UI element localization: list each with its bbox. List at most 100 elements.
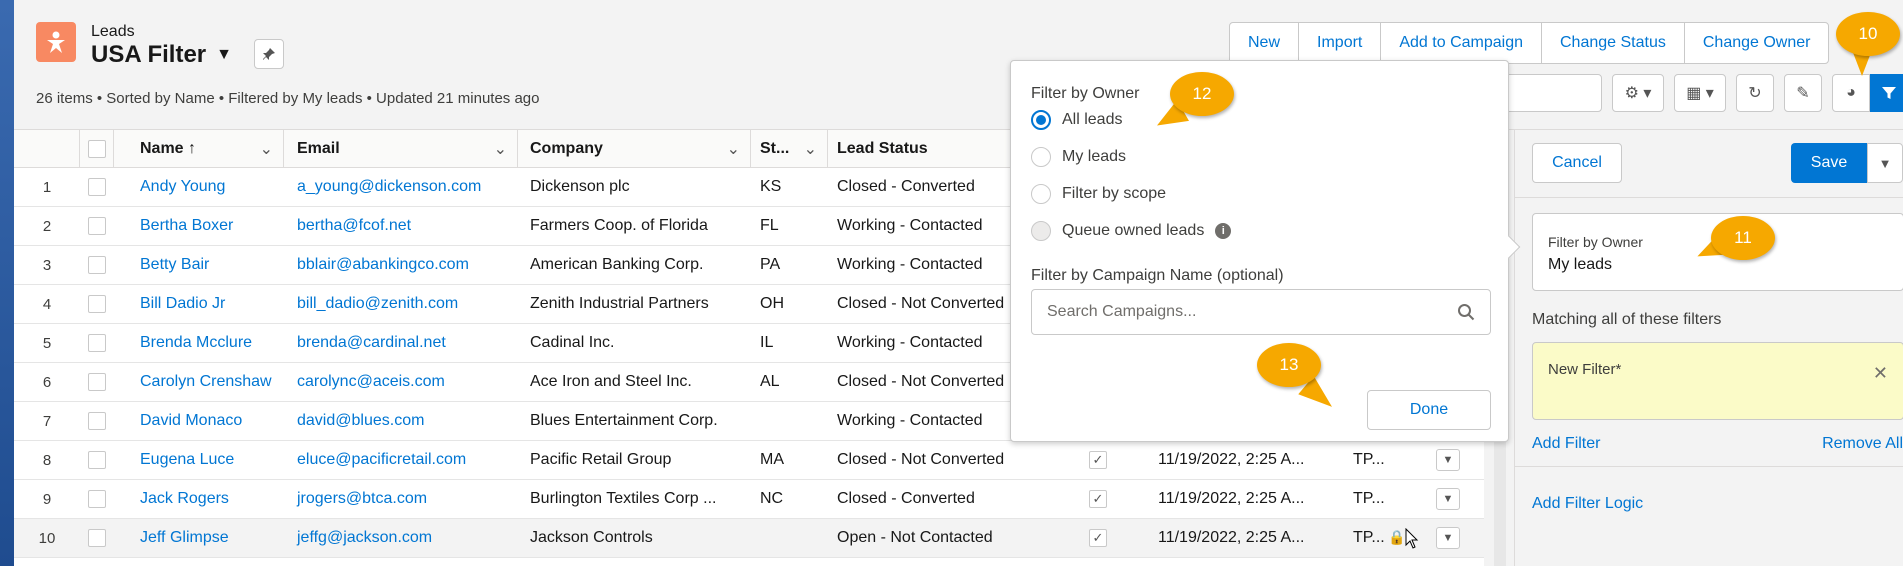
- lead-email-link[interactable]: bill_dadio@zenith.com: [284, 285, 518, 323]
- owner-filter-label: Filter by Owner: [1548, 234, 1643, 250]
- lead-name-link[interactable]: Betty Bair: [114, 246, 284, 284]
- row-checkbox[interactable]: [80, 441, 114, 479]
- lead-email-link[interactable]: jeffg@jackson.com: [284, 519, 518, 557]
- campaign-search-field[interactable]: [1031, 289, 1491, 335]
- info-icon[interactable]: i: [1215, 223, 1232, 239]
- list-toolbar: ⚙ ▾ ▦ ▾ ↻ ✎ ◕: [1504, 74, 1903, 112]
- row-checkbox[interactable]: [80, 480, 114, 518]
- radio-queue-owned-leads[interactable]: Queue owned leads i: [1031, 221, 1232, 241]
- chevron-down-icon[interactable]: ⌄: [494, 139, 507, 159]
- row-actions-button[interactable]: ▼: [1423, 519, 1473, 557]
- row-checkbox[interactable]: [80, 324, 114, 362]
- column-header-state[interactable]: St... ⌄: [751, 130, 828, 168]
- lead-name-link[interactable]: Andy Young: [114, 168, 284, 206]
- sort-ascending-icon: ↑: [188, 140, 197, 157]
- pie-chart-icon: ◕: [1846, 84, 1856, 101]
- row-actions-button[interactable]: ▼: [1423, 441, 1473, 479]
- row-checkbox[interactable]: [80, 246, 114, 284]
- lead-state: [751, 519, 828, 557]
- radio-button[interactable]: [1031, 184, 1051, 204]
- unread-checkbox: ✓: [1048, 441, 1148, 479]
- campaign-search-input[interactable]: [1032, 290, 1490, 334]
- table-row[interactable]: 10 Jeff Glimpse jeffg@jackson.com Jackson C…: [14, 519, 1484, 558]
- lead-email-link[interactable]: eluce@pacificretail.com: [284, 441, 518, 479]
- save-button[interactable]: Save: [1791, 143, 1867, 183]
- display-as-button[interactable]: ▦ ▾: [1674, 74, 1726, 112]
- select-all-checkbox[interactable]: [80, 130, 114, 168]
- lead-email-link[interactable]: brenda@cardinal.net: [284, 324, 518, 362]
- lead-email-link[interactable]: bblair@abankingco.com: [284, 246, 518, 284]
- search-list-input[interactable]: [1504, 74, 1602, 112]
- radio-button-selected[interactable]: [1031, 110, 1051, 130]
- pin-list-view-button[interactable]: [254, 39, 284, 69]
- edit-list-button[interactable]: ✎: [1784, 74, 1822, 112]
- row-number: 7: [42, 412, 52, 430]
- row-number-header: [14, 130, 80, 168]
- lead-email-link[interactable]: bertha@fcof.net: [284, 207, 518, 245]
- filters-button[interactable]: [1870, 74, 1903, 112]
- save-options-button[interactable]: ▼: [1867, 143, 1903, 183]
- new-filter-card[interactable]: New Filter* ✕: [1532, 342, 1903, 420]
- column-header-company[interactable]: Company ⌄: [518, 130, 751, 168]
- lead-state: KS: [760, 178, 782, 195]
- add-to-campaign-button[interactable]: Add to Campaign: [1381, 23, 1542, 63]
- import-button[interactable]: Import: [1299, 23, 1382, 63]
- radio-all-leads[interactable]: All leads: [1031, 110, 1122, 130]
- chevron-down-icon[interactable]: ⌄: [804, 139, 817, 159]
- lead-owner-alias: TP...: [1353, 490, 1385, 507]
- lead-name-link[interactable]: Brenda Mcclure: [114, 324, 284, 362]
- list-view-name: USA Filter: [91, 41, 207, 68]
- lead-name-link[interactable]: Eugena Luce: [114, 441, 284, 479]
- radio-button[interactable]: [1031, 221, 1051, 241]
- charts-button[interactable]: ◕: [1832, 74, 1870, 112]
- chevron-down-icon[interactable]: ⌄: [260, 139, 273, 159]
- remove-all-link[interactable]: Remove All: [1822, 435, 1903, 453]
- lead-name-link[interactable]: David Monaco: [114, 402, 284, 440]
- add-filter-link[interactable]: Add Filter: [1532, 435, 1600, 453]
- lead-state: MA: [760, 451, 784, 468]
- radio-my-leads[interactable]: My leads: [1031, 147, 1126, 167]
- change-owner-button[interactable]: Change Owner: [1685, 23, 1829, 63]
- campaign-filter-label: Filter by Campaign Name (optional): [1031, 267, 1284, 284]
- row-checkbox[interactable]: [80, 519, 114, 557]
- chevron-down-icon[interactable]: ⌄: [727, 139, 740, 159]
- matching-filters-label: Matching all of these filters: [1532, 311, 1722, 328]
- row-checkbox[interactable]: [80, 285, 114, 323]
- done-button[interactable]: Done: [1367, 390, 1491, 430]
- table-row[interactable]: 9 Jack Rogers jrogers@btca.com Burlington T…: [14, 480, 1484, 519]
- lead-email-link[interactable]: david@blues.com: [284, 402, 518, 440]
- column-header-email[interactable]: Email ⌄: [284, 130, 518, 168]
- lead-name-link[interactable]: Bill Dadio Jr: [114, 285, 284, 323]
- row-checkbox[interactable]: [80, 207, 114, 245]
- chevron-down-icon: ▼: [1436, 449, 1460, 471]
- lead-name-link[interactable]: Jack Rogers: [114, 480, 284, 518]
- lead-name-link[interactable]: Carolyn Crenshaw: [114, 363, 284, 401]
- row-actions-button[interactable]: ▼: [1423, 480, 1473, 518]
- row-number: 8: [42, 451, 52, 469]
- change-status-button[interactable]: Change Status: [1542, 23, 1685, 63]
- radio-button[interactable]: [1031, 147, 1051, 167]
- lead-email-link[interactable]: carolync@aceis.com: [284, 363, 518, 401]
- table-row[interactable]: 8 Eugena Luce eluce@pacificretail.com Pacif…: [14, 441, 1484, 480]
- new-button[interactable]: New: [1230, 23, 1300, 63]
- table-icon: ▦ ▾: [1686, 85, 1714, 102]
- lead-company: Dickenson plc: [530, 178, 630, 195]
- radio-filter-by-scope[interactable]: Filter by scope: [1031, 184, 1166, 204]
- add-filter-logic-link[interactable]: Add Filter Logic: [1532, 495, 1643, 513]
- refresh-button[interactable]: ↻: [1736, 74, 1774, 112]
- close-icon[interactable]: ✕: [1873, 363, 1888, 384]
- lead-email-link[interactable]: jrogers@btca.com: [284, 480, 518, 518]
- lead-name-link[interactable]: Jeff Glimpse: [114, 519, 284, 557]
- row-checkbox[interactable]: [80, 402, 114, 440]
- lead-state: AL: [760, 373, 780, 390]
- row-checkbox[interactable]: [80, 168, 114, 206]
- lead-email-link[interactable]: a_young@dickenson.com: [284, 168, 518, 206]
- column-header-name[interactable]: Name ↑ ⌄: [114, 130, 284, 168]
- cancel-button[interactable]: Cancel: [1532, 143, 1622, 183]
- row-number: 3: [42, 256, 52, 274]
- list-view-switcher[interactable]: USA Filter ▼: [91, 41, 232, 69]
- row-checkbox[interactable]: [80, 363, 114, 401]
- lead-state: PA: [760, 256, 781, 273]
- list-controls-button[interactable]: ⚙ ▾: [1612, 74, 1664, 112]
- lead-name-link[interactable]: Bertha Boxer: [114, 207, 284, 245]
